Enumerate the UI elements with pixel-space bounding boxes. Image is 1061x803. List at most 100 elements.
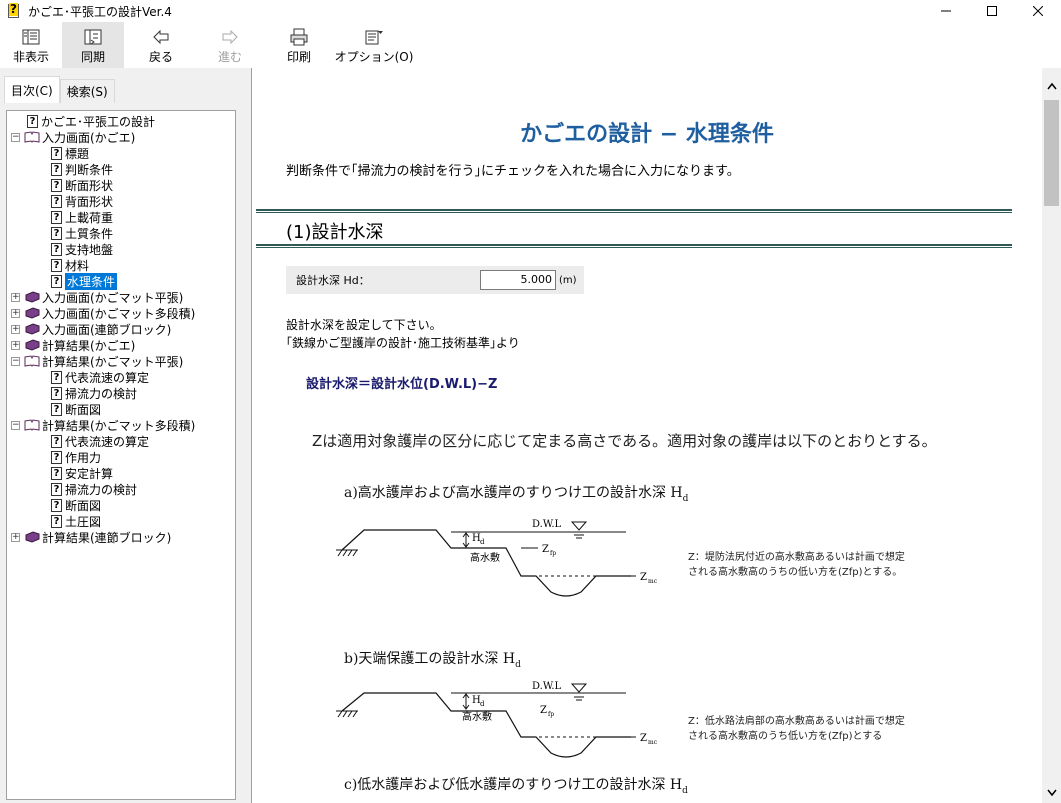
tree-item-page[interactable]: ? 作用力 <box>51 449 101 465</box>
tree-item-page[interactable]: ? 支持地盤 <box>51 241 113 257</box>
help-page-icon: ? <box>51 226 62 240</box>
tree-item-label: 代表流速の算定 <box>65 434 150 449</box>
expand-icon[interactable]: + <box>11 324 20 334</box>
tree-item-label: 代表流速の算定 <box>65 370 150 385</box>
svg-text:mc: mc <box>648 739 658 746</box>
tree-item-page[interactable]: ? 掃流力の検討 <box>51 481 137 497</box>
options-icon <box>364 28 384 46</box>
tree-item-label: 土質条件 <box>65 226 114 241</box>
tree-item-page[interactable]: ? 代表流速の算定 <box>51 433 149 449</box>
tree-item-label: 掃流力の検討 <box>65 482 138 497</box>
help-page-icon: ? <box>51 258 62 272</box>
help-page-icon: ? <box>51 162 62 176</box>
description-line-2: ｢鉄線かご型護岸の設計･施工技術基準｣より <box>286 336 520 350</box>
content-scrollbar[interactable] <box>1042 68 1061 803</box>
maximize-button[interactable] <box>969 0 1015 22</box>
tree-item-label: 入力画面(連節ブロック) <box>42 322 172 337</box>
expand-icon[interactable]: + <box>11 532 20 542</box>
arrow-left-icon <box>151 28 171 46</box>
tree-item-page[interactable]: ? 材料 <box>51 257 89 273</box>
book-icon <box>24 307 40 319</box>
printer-icon <box>289 28 309 46</box>
svg-text:fp: fp <box>548 711 554 718</box>
scroll-up-icon[interactable] <box>1047 82 1057 90</box>
tree-item-label: 入力画面(かごマット平張) <box>42 290 184 305</box>
tree-item-page[interactable]: ? 断面図 <box>51 401 101 417</box>
section-rule-bottom <box>256 244 1012 248</box>
forward-button[interactable]: 進む <box>198 22 262 68</box>
collapse-icon[interactable]: − <box>11 132 20 142</box>
tree-item-page[interactable]: ? 断面図 <box>51 497 101 513</box>
tab-search[interactable]: 検索(S) <box>59 79 115 103</box>
tree-item-page[interactable]: ? 背面形状 <box>51 193 113 209</box>
tree-item-label: 入力画面(かごマット多段積) <box>42 306 196 321</box>
scroll-down-icon[interactable] <box>1047 789 1057 797</box>
pane-splitter[interactable] <box>244 68 252 803</box>
tree-item-page[interactable]: ? 土質条件 <box>51 225 113 241</box>
tree-item-book[interactable]: + 計算結果(連節ブロック) <box>11 529 171 545</box>
case-a-heading: a)高水護岸および高水護岸のすりつけ工の設計水深 Hd <box>344 485 689 504</box>
tab-contents[interactable]: 目次(C) <box>4 76 60 103</box>
collapse-icon[interactable]: − <box>11 356 20 366</box>
expand-icon[interactable]: + <box>11 340 20 350</box>
svg-text:D.W.L: D.W.L <box>532 681 562 692</box>
back-button[interactable]: 戻る <box>124 22 198 68</box>
nav-tabs: 目次(C) 検索(S) <box>4 76 115 103</box>
design-depth-label: 設計水深 Hd： <box>296 274 370 287</box>
tree-item-page[interactable]: ? 代表流速の算定 <box>51 369 149 385</box>
tree-item-page[interactable]: ? 安定計算 <box>51 465 113 481</box>
hide-button[interactable]: 非表示 <box>0 22 62 68</box>
tree-item-book[interactable]: + 入力画面(連節ブロック) <box>11 321 171 337</box>
tree-item-label: 材料 <box>65 258 90 273</box>
help-page-icon: ? <box>51 466 62 480</box>
expand-icon[interactable]: + <box>11 292 20 302</box>
help-page-icon: ? <box>51 402 62 416</box>
scroll-thumb[interactable] <box>1044 100 1059 206</box>
contents-tree: ? かごエ･平張工の設計 − 入力画面(かごエ)? 標題? 判断条件? 断面形状? 背面形状?… <box>6 110 236 800</box>
collapse-icon[interactable]: − <box>11 420 20 430</box>
tree-item-label: 掃流力の検討 <box>65 386 138 401</box>
tree-item-book[interactable]: − 入力画面(かごエ) <box>11 129 135 145</box>
tree-item-label: 断面形状 <box>65 178 114 193</box>
tree-item-book[interactable]: + 入力画面(かごマット多段積) <box>11 305 195 321</box>
tree-item-page[interactable]: ? 判断条件 <box>51 161 113 177</box>
sync-icon <box>83 28 103 46</box>
tree-item-page[interactable]: ? かごエ･平張工の設計 <box>27 113 155 129</box>
svg-text:mc: mc <box>648 578 658 585</box>
help-page-icon: ? <box>51 210 62 224</box>
help-page-icon: ? <box>51 274 62 288</box>
svg-text:高水敷: 高水敷 <box>462 710 492 723</box>
tree-item-label: 支持地盤 <box>65 242 114 257</box>
svg-text:d: d <box>480 538 485 546</box>
expand-icon[interactable]: + <box>11 308 20 318</box>
tree-item-book[interactable]: + 計算結果(かごエ) <box>11 337 135 353</box>
tree-item-label: 判断条件 <box>65 162 114 177</box>
tree-item-page[interactable]: ? 掃流力の検討 <box>51 385 137 401</box>
high-bench-label: 高水敷 <box>470 551 500 564</box>
design-depth-field[interactable]: 5.000 <box>480 270 556 290</box>
tree-item-page[interactable]: ? 標題 <box>51 145 89 161</box>
minimize-button[interactable] <box>923 0 969 22</box>
tree-item-page[interactable]: ? 土圧図 <box>51 513 101 529</box>
book-icon <box>24 323 40 335</box>
tree-item-book[interactable]: + 入力画面(かごマット平張) <box>11 289 183 305</box>
z-definition-text: Zは適用対象護岸の区分に応じて定まる高さである。適用対象の護岸は以下のとおりとす… <box>312 432 937 450</box>
close-icon <box>1033 6 1043 16</box>
tree-item-page[interactable]: ? 上載荷重 <box>51 209 113 225</box>
help-page-icon: ? <box>51 482 62 496</box>
help-page-icon: ? <box>51 194 62 208</box>
tree-item-book[interactable]: − 計算結果(かごマット平張) <box>11 353 183 369</box>
close-button[interactable] <box>1015 0 1061 22</box>
tree-item-label: 上載荷重 <box>65 210 114 225</box>
sync-button[interactable]: 同期 <box>62 22 124 68</box>
tree-item-page[interactable]: ? 断面形状 <box>51 177 113 193</box>
tree-item-page[interactable]: ? 水理条件 <box>51 272 118 290</box>
help-page-icon: ? <box>51 242 62 256</box>
tree-item-book[interactable]: − 計算結果(かごマット多段積) <box>11 417 195 433</box>
options-button[interactable]: オプション(O) <box>335 22 413 68</box>
case-b-diagram: H d 高水敷 D.W.L Z fp Z mc <box>336 681 658 758</box>
tree-item-label: 計算結果(かごマット多段積) <box>42 418 196 433</box>
tree-item-label: 入力画面(かごエ) <box>42 130 136 145</box>
note-a-line-2: される高水敷高のうちの低い方を(Zfp)とする。 <box>688 567 903 578</box>
print-button[interactable]: 印刷 <box>262 22 336 68</box>
